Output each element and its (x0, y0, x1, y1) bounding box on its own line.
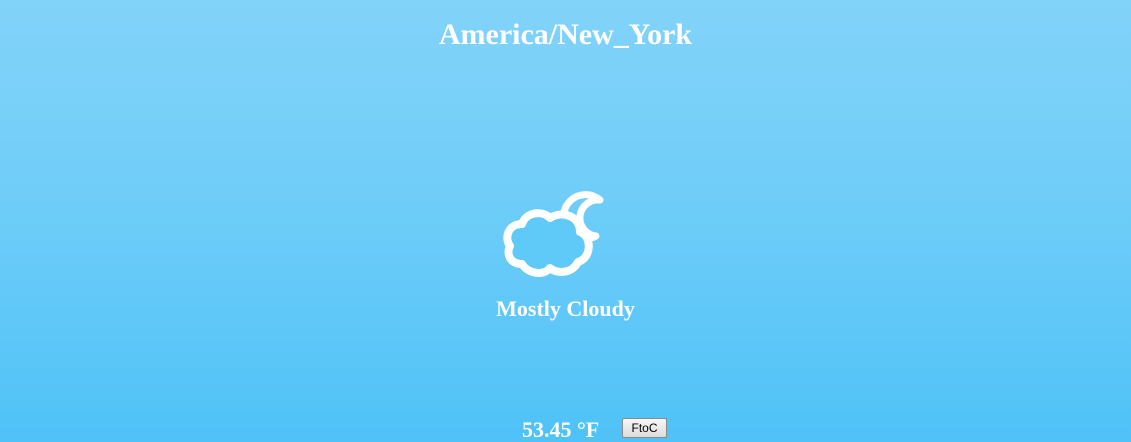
unit-toggle-button[interactable]: FtoC (622, 418, 667, 438)
temperature-row: 53.45 °F FtoC (0, 416, 1131, 442)
temperature-value: 53.45 °F (522, 417, 600, 442)
location-title: America/New_York (438, 18, 693, 51)
partly-cloudy-night-icon (500, 186, 610, 280)
weather-summary: Mostly Cloudy (496, 296, 635, 321)
